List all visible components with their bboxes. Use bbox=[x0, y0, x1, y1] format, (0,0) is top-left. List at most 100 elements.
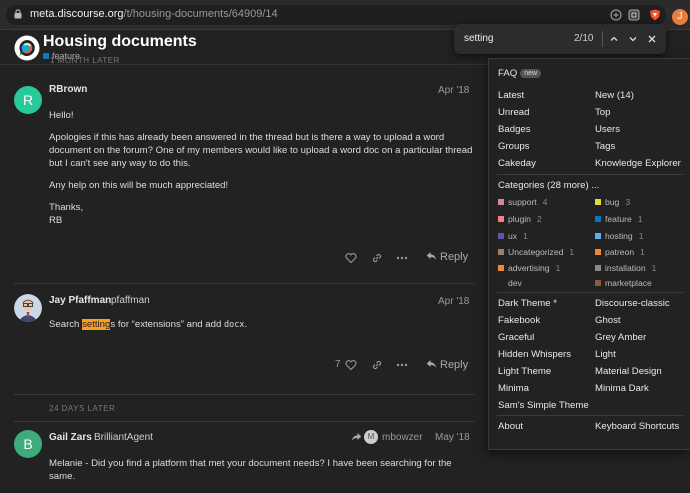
theme-dark-theme[interactable]: Dark Theme * bbox=[498, 298, 557, 309]
reply-to-username[interactable]: mbowzer bbox=[382, 432, 423, 443]
category-feature[interactable]: feature 1 bbox=[595, 214, 643, 224]
more-options-icon[interactable] bbox=[396, 252, 408, 264]
url-host: meta.discourse.org bbox=[30, 8, 124, 20]
like-count[interactable]: 7 bbox=[335, 359, 341, 370]
theme-minima[interactable]: Minima bbox=[498, 383, 529, 394]
post-body: Melanie - Did you find a platform that m… bbox=[49, 458, 452, 482]
category-installation[interactable]: installation 1 bbox=[595, 263, 656, 273]
theme-light[interactable]: Light bbox=[595, 349, 616, 360]
post-date[interactable]: May '18 bbox=[435, 432, 470, 443]
post-gail-zars: B Gail Zars BrilliantAgent M mbowzer May… bbox=[0, 422, 488, 493]
theme-material-design[interactable]: Material Design bbox=[595, 366, 662, 377]
menu-item-new[interactable]: New (14) bbox=[595, 90, 634, 101]
post-author-name[interactable]: RBrown bbox=[49, 84, 87, 95]
category-bug[interactable]: bug 3 bbox=[595, 197, 630, 207]
menu-separator bbox=[497, 292, 683, 293]
category-name: patreon bbox=[605, 247, 635, 257]
reply-arrow-icon bbox=[426, 252, 437, 260]
inline-code: docx bbox=[223, 320, 245, 330]
menu-item-cakeday[interactable]: Cakeday bbox=[498, 158, 536, 169]
post-date[interactable]: Apr '18 bbox=[438, 85, 469, 96]
menu-item-faq[interactable]: FAQ new bbox=[498, 68, 542, 79]
category-name: marketplace bbox=[605, 278, 652, 288]
category-count: 1 bbox=[640, 247, 645, 257]
lock-icon bbox=[14, 9, 22, 19]
theme-hidden-whispers[interactable]: Hidden Whispers bbox=[498, 349, 571, 360]
menu-item-unread[interactable]: Unread bbox=[498, 107, 529, 118]
find-input[interactable]: setting bbox=[464, 33, 493, 44]
avatar[interactable]: B bbox=[14, 430, 42, 458]
category-name: bug bbox=[605, 197, 620, 207]
avatar[interactable] bbox=[14, 294, 42, 322]
post-text: s for “extensions” and add bbox=[110, 319, 224, 330]
share-link-icon[interactable] bbox=[371, 252, 383, 264]
menu-item-latest[interactable]: Latest bbox=[498, 90, 524, 101]
reply-button[interactable]: Reply bbox=[426, 251, 468, 263]
category-name: feature bbox=[605, 214, 632, 224]
reply-to-avatar[interactable]: M bbox=[364, 430, 378, 444]
more-options-icon[interactable] bbox=[396, 359, 408, 371]
category-name: hosting bbox=[605, 231, 633, 241]
category-uncategorized[interactable]: Uncategorized 1 bbox=[498, 247, 574, 257]
menu-item-users[interactable]: Users bbox=[595, 124, 620, 135]
find-close-icon[interactable] bbox=[646, 33, 658, 45]
find-previous-chevron-up-icon[interactable] bbox=[608, 33, 620, 45]
category-plugin[interactable]: plugin 2 bbox=[498, 214, 542, 224]
category-count: 1 bbox=[523, 231, 528, 241]
category-dev[interactable]: dev bbox=[498, 278, 522, 288]
menu-item-knowledge-explorer[interactable]: Knowledge Explorer bbox=[595, 158, 681, 169]
brave-shield-icon[interactable] bbox=[649, 9, 661, 21]
new-badge: new bbox=[520, 69, 542, 78]
menu-item-about[interactable]: About bbox=[498, 421, 523, 432]
post-date[interactable]: Apr '18 bbox=[438, 296, 469, 307]
category-swatch bbox=[595, 249, 601, 255]
menu-categories-header[interactable]: Categories (28 more) ... bbox=[498, 180, 599, 191]
menu-item-groups[interactable]: Groups bbox=[498, 141, 529, 152]
time-gap: 1 MONTH LATER bbox=[50, 56, 120, 65]
post-signoff: RB bbox=[49, 215, 63, 226]
post-author-name[interactable]: Jay Pfaffman bbox=[49, 295, 111, 306]
category-swatch bbox=[595, 280, 601, 286]
category-patreon[interactable]: patreon 1 bbox=[595, 247, 645, 257]
category-name: Uncategorized bbox=[508, 247, 564, 257]
post-author-name[interactable]: Gail Zars bbox=[49, 432, 92, 443]
theme-graceful[interactable]: Graceful bbox=[498, 332, 534, 343]
category-hosting[interactable]: hosting 1 bbox=[595, 231, 644, 241]
theme-light-theme[interactable]: Light Theme bbox=[498, 366, 551, 377]
category-advertising[interactable]: advertising 1 bbox=[498, 263, 560, 273]
theme-discourse-classic[interactable]: Discourse-classic bbox=[595, 298, 670, 309]
topic-title[interactable]: Housing documents bbox=[43, 33, 197, 51]
category-ux[interactable]: ux 1 bbox=[498, 231, 528, 241]
share-link-icon[interactable] bbox=[371, 359, 383, 371]
menu-item-top[interactable]: Top bbox=[595, 107, 610, 118]
category-swatch bbox=[498, 280, 504, 286]
category-swatch bbox=[498, 233, 504, 239]
theme-minima-dark[interactable]: Minima Dark bbox=[595, 383, 649, 394]
post-pfaffman: Jay Pfaffman pfaffman Apr '18 Search set… bbox=[0, 284, 488, 394]
like-heart-icon[interactable] bbox=[345, 252, 357, 264]
post-author-username[interactable]: BrilliantAgent bbox=[94, 432, 153, 443]
theme-sams-simple-theme[interactable]: Sam's Simple Theme bbox=[498, 400, 589, 411]
menu-item-keyboard-shortcuts[interactable]: Keyboard Shortcuts bbox=[595, 421, 679, 432]
theme-ghost[interactable]: Ghost bbox=[595, 315, 621, 326]
menu-item-tags[interactable]: Tags bbox=[595, 141, 615, 152]
profile-avatar[interactable]: J bbox=[672, 9, 688, 25]
like-heart-icon[interactable] bbox=[345, 359, 357, 371]
reply-button[interactable]: Reply bbox=[426, 359, 468, 371]
menu-item-badges[interactable]: Badges bbox=[498, 124, 531, 135]
post-text: . bbox=[244, 319, 248, 330]
theme-fakebook[interactable]: Fakebook bbox=[498, 315, 540, 326]
category-marketplace[interactable]: marketplace bbox=[595, 278, 652, 288]
screenshot-icon[interactable] bbox=[628, 9, 640, 21]
category-support[interactable]: support 4 bbox=[498, 197, 547, 207]
find-next-chevron-down-icon[interactable] bbox=[627, 33, 639, 45]
post-text: Search bbox=[49, 319, 83, 330]
avatar[interactable]: R bbox=[14, 86, 42, 114]
url-text[interactable]: meta.discourse.org/t/housing-documents/6… bbox=[30, 8, 278, 20]
theme-grey-amber[interactable]: Grey Amber bbox=[595, 332, 646, 343]
faq-label: FAQ bbox=[498, 68, 518, 79]
category-name: advertising bbox=[508, 263, 550, 273]
discourse-logo-icon[interactable] bbox=[14, 35, 40, 61]
add-tab-icon[interactable] bbox=[610, 9, 622, 21]
post-author-username[interactable]: pfaffman bbox=[111, 295, 150, 306]
